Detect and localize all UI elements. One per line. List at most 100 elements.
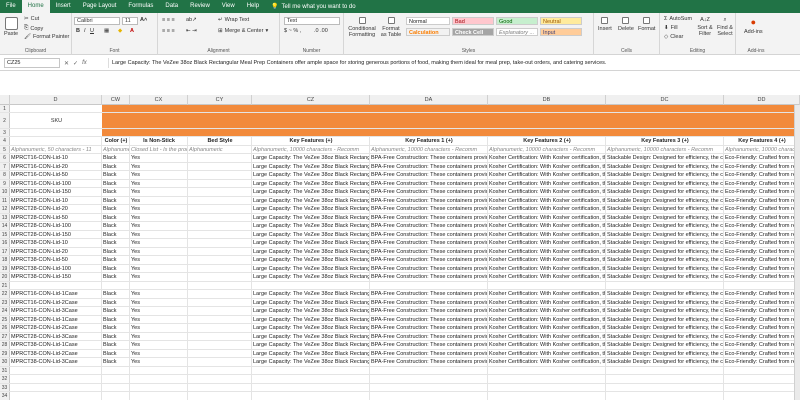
cell[interactable]: MPRCT38-CON-Lid-3Case xyxy=(10,358,102,366)
cell[interactable]: Key Features (+) xyxy=(252,137,370,145)
cell[interactable] xyxy=(188,171,252,179)
cell[interactable]: Large Capacity: The VeZee 38oz Black Rec… xyxy=(252,324,370,332)
cell[interactable]: Black xyxy=(102,290,130,298)
insert-cells-button[interactable]: Insert xyxy=(598,17,612,32)
cell[interactable] xyxy=(370,113,488,128)
cell[interactable] xyxy=(188,315,252,323)
cell[interactable]: Key Features 3 (+) xyxy=(606,137,724,145)
row-header[interactable]: 14 xyxy=(0,222,10,230)
row-header[interactable]: 33 xyxy=(0,383,10,391)
cell[interactable] xyxy=(188,332,252,340)
cell[interactable] xyxy=(188,349,252,357)
cell[interactable] xyxy=(10,383,102,391)
formula-input[interactable]: Large Capacity: The VeZee 38oz Black Rec… xyxy=(108,58,796,68)
cell[interactable]: Alphanumeric, 50 characters - 11 xyxy=(10,145,102,153)
cell[interactable] xyxy=(606,366,724,374)
cell[interactable]: Eco-Friendly: Crafted from recyclable ma… xyxy=(724,315,800,323)
grow-font-icon[interactable]: A˄ xyxy=(140,17,147,23)
cell[interactable] xyxy=(488,281,606,289)
cell[interactable]: MPRCT28-CON-Lid-150 xyxy=(10,230,102,238)
cell[interactable] xyxy=(606,113,724,128)
cell[interactable] xyxy=(724,375,800,383)
cell[interactable]: Yes xyxy=(130,273,188,281)
cell[interactable]: Yes xyxy=(130,358,188,366)
cell[interactable]: Kosher Certification: With Kosher certif… xyxy=(488,349,606,357)
row-header[interactable]: 3 xyxy=(0,129,10,136)
cell[interactable]: Large Capacity: The VeZee 38oz Black Rec… xyxy=(252,230,370,238)
cell[interactable] xyxy=(130,375,188,383)
cell[interactable] xyxy=(188,222,252,230)
row-header[interactable]: 29 xyxy=(0,349,10,357)
cell[interactable]: Large Capacity: The VeZee 38oz Black Rec… xyxy=(252,256,370,264)
cell[interactable]: Large Capacity: The VeZee 38oz Black Rec… xyxy=(252,273,370,281)
cell[interactable]: MPRCT16-CON-Lid-2Case xyxy=(10,298,102,306)
cell[interactable] xyxy=(188,298,252,306)
cell[interactable]: Black xyxy=(102,154,130,162)
tab-file[interactable]: File xyxy=(0,0,22,13)
cell[interactable]: Key Features 4 (+) xyxy=(724,137,800,145)
column-header-dd[interactable]: DD xyxy=(724,95,800,105)
cell[interactable]: Alphanumeric xyxy=(102,145,130,153)
cell[interactable]: Yes xyxy=(130,290,188,298)
style-bad[interactable]: Bad xyxy=(452,17,494,25)
style-check-cell[interactable]: Check Cell xyxy=(452,28,494,36)
cell[interactable] xyxy=(10,366,102,374)
cell[interactable]: Black xyxy=(102,230,130,238)
cell[interactable] xyxy=(188,341,252,349)
cell[interactable]: BPA-Free Construction: These containers … xyxy=(370,358,488,366)
cell[interactable]: BPA-Free Construction: These containers … xyxy=(370,230,488,238)
cell[interactable]: Large Capacity: The VeZee 38oz Black Rec… xyxy=(252,162,370,170)
cell[interactable]: MPRCT38-CON-Lid-100 xyxy=(10,264,102,272)
cell[interactable]: MPRCT28-CON-Lid-1Case xyxy=(10,315,102,323)
style-neutral[interactable]: Neutral xyxy=(540,17,582,25)
cut-button[interactable]: ✂ Cut xyxy=(24,16,39,22)
cell[interactable] xyxy=(130,383,188,391)
cell[interactable]: Black xyxy=(102,239,130,247)
cell[interactable]: Key Features 2 (+) xyxy=(488,137,606,145)
cell[interactable]: Yes xyxy=(130,222,188,230)
cell[interactable]: Black xyxy=(102,247,130,255)
cell[interactable]: BPA-Free Construction: These containers … xyxy=(370,162,488,170)
cell[interactable]: Eco-Friendly: Crafted from recyclable ma… xyxy=(724,273,800,281)
row-header[interactable]: 22 xyxy=(0,290,10,298)
cell[interactable] xyxy=(252,113,370,128)
cell[interactable]: MPRCT38-CON-Lid-20 xyxy=(10,247,102,255)
cell[interactable]: Kosher Certification: With Kosher certif… xyxy=(488,230,606,238)
cell[interactable]: Large Capacity: The VeZee 38oz Black Rec… xyxy=(252,332,370,340)
cell[interactable]: MPRCT16-CON-Lid-100 xyxy=(10,179,102,187)
cell[interactable]: Large Capacity: The VeZee 38oz Black Rec… xyxy=(252,298,370,306)
cell[interactable]: Kosher Certification: With Kosher certif… xyxy=(488,222,606,230)
column-header-cw[interactable]: CW xyxy=(102,95,130,105)
row-header[interactable]: 2 xyxy=(0,113,10,128)
cell[interactable]: Black xyxy=(102,349,130,357)
cell[interactable] xyxy=(10,137,102,145)
cell[interactable]: Black xyxy=(102,358,130,366)
cell[interactable]: Color (+) xyxy=(102,137,130,145)
style-normal[interactable]: Normal xyxy=(406,17,450,25)
row-header[interactable]: 20 xyxy=(0,273,10,281)
cell[interactable] xyxy=(102,281,130,289)
cell[interactable]: Stackable Design: Designed for efficienc… xyxy=(606,324,724,332)
row-header[interactable]: 27 xyxy=(0,332,10,340)
cell[interactable] xyxy=(188,154,252,162)
cell[interactable] xyxy=(10,392,102,400)
cell[interactable]: Black xyxy=(102,298,130,306)
cell[interactable]: Black xyxy=(102,162,130,170)
font-color-icon[interactable]: A xyxy=(130,28,134,34)
decimal-icon[interactable]: .0 .00 xyxy=(314,28,328,34)
cell[interactable] xyxy=(188,105,252,112)
row-header[interactable]: 17 xyxy=(0,247,10,255)
indent-icon[interactable]: ⇤ ⇥ xyxy=(186,28,197,34)
addins-button[interactable]: ● Add-ins xyxy=(744,17,763,35)
cell[interactable]: BPA-Free Construction: These containers … xyxy=(370,222,488,230)
cell[interactable]: MPRCT28-CON-Lid-2Case xyxy=(10,324,102,332)
cell[interactable] xyxy=(252,375,370,383)
row-header[interactable]: 15 xyxy=(0,230,10,238)
cell[interactable]: Large Capacity: The VeZee 38oz Black Rec… xyxy=(252,247,370,255)
column-header-cy[interactable]: CY xyxy=(188,95,252,105)
cell[interactable]: Yes xyxy=(130,256,188,264)
cell[interactable]: Stackable Design: Designed for efficienc… xyxy=(606,154,724,162)
cell[interactable]: Yes xyxy=(130,162,188,170)
cell[interactable]: Stackable Design: Designed for efficienc… xyxy=(606,213,724,221)
tab-data[interactable]: Data xyxy=(159,0,184,13)
